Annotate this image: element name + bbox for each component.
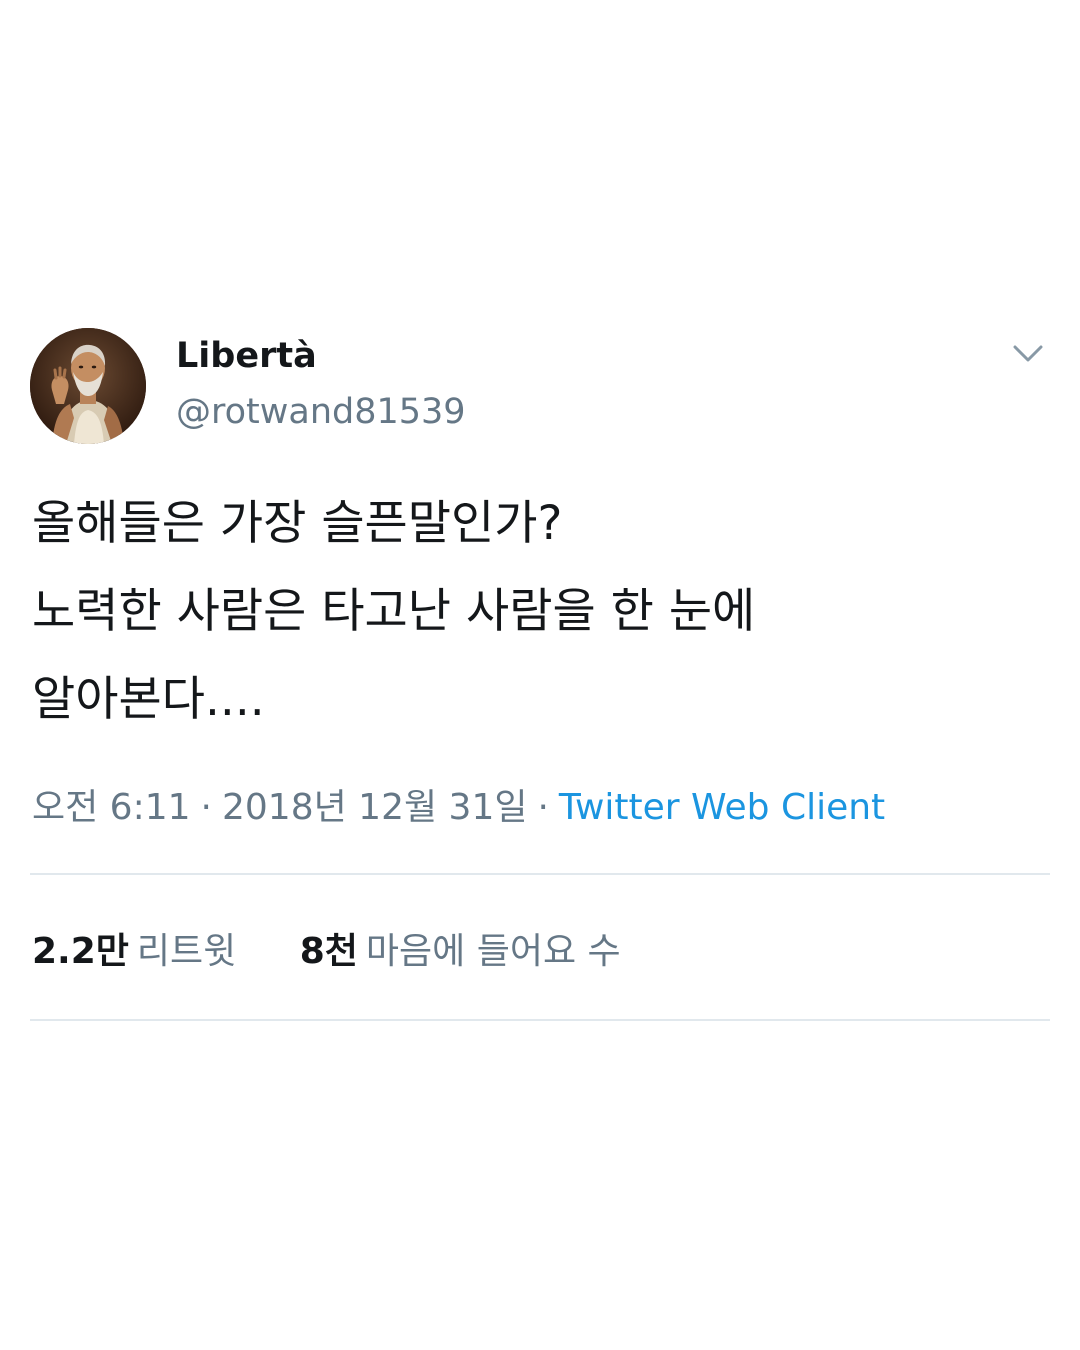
chevron-down-icon[interactable] [1006,338,1050,368]
tweet-text-line: 올해들은 가장 슬픈말인가? [32,496,563,551]
user-handle[interactable]: @rotwand81539 [176,392,466,432]
tweet-text-line: 노력한 사람은 타고난 사람을 한 눈에 [32,584,756,639]
retweets-count: 2.2만 [32,931,129,972]
retweets-label: 리트윗 [136,931,237,972]
meta-separator: · [200,787,212,828]
divider [30,1019,1050,1021]
tweet-stats: 2.2만 리트윗 8천 마음에 들어요 수 [32,922,621,974]
client-link[interactable]: Twitter Web Client [559,787,885,828]
tweet-text: 올해들은 가장 슬픈말인가? 노력한 사람은 타고난 사람을 한 눈에 알아본다… [32,480,1042,744]
display-name[interactable]: Libertà [176,336,317,376]
likes-label: 마음에 들어요 수 [365,931,621,972]
tweet-time[interactable]: 오전 6:11 [32,787,191,828]
tweet-date[interactable]: 2018년 12월 31일 [222,787,527,828]
divider [30,873,1050,875]
avatar[interactable] [30,328,146,444]
meta-separator: · [537,787,549,828]
retweets-stat[interactable]: 2.2만 리트윗 [32,922,236,974]
profile-portrait-icon [30,328,146,444]
tweet-text-line: 알아본다.... [32,672,265,727]
likes-stat[interactable]: 8천 마음에 들어요 수 [300,922,621,974]
likes-count: 8천 [299,931,358,972]
tweet-card: Libertà @rotwand81539 올해들은 가장 슬픈말인가? 노력한… [0,316,1080,1036]
tweet-metadata: 오전 6:11 · 2018년 12월 31일 · Twitter Web Client [32,778,885,830]
